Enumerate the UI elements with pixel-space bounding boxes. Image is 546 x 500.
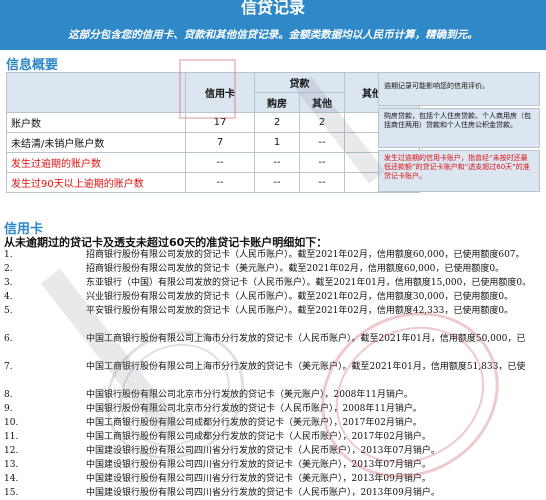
row-other: -- (299, 172, 345, 193)
row-label: 账户数 (6, 112, 186, 133)
item-number: 9. (4, 404, 13, 414)
summary-header-row: 信用卡 贷款 其他业务 (6, 72, 420, 113)
row-housing: 2 (254, 112, 300, 133)
summary-row: 未结清/未销户账户数 7 1 -- -- (6, 132, 420, 153)
row-label: 发生过90天以上逾期的账户数 (6, 172, 186, 193)
row-label: 未结清/未销户账户数 (6, 132, 186, 153)
note-text: 购房贷款，包括个人住房贷款、个人商用房（包括商住两用）贷款和个人住房公积金贷款。 (384, 112, 531, 129)
header-other: 其他 (299, 92, 345, 113)
item-text: 中国建设银行股份有限公司四川省分行发放的贷记卡（人民币账户），2013年07月销… (86, 446, 440, 456)
side-notes: 逾期记录可能影响您的信用评价。 购房贷款，包括个人住房贷款、个人商用房（包括商住… (378, 72, 540, 194)
item-text: 中国工商银行股份有限公司成都分行发放的贷记卡（美元账户），2017年02月销户。 (86, 418, 422, 428)
summary-corner-cell (6, 72, 186, 113)
row-other: -- (299, 152, 345, 173)
item-number: 15. (4, 488, 19, 498)
credit-card-subtitle: 从未逾期过的贷记卡及透支未超过60天的准贷记卡账户明细如下： (4, 236, 328, 249)
summary-row: 账户数 17 2 2 -- (6, 112, 420, 133)
row-housing: -- (254, 172, 300, 193)
header-housing: 购房 (254, 92, 300, 113)
item-text: 招商银行股份有限公司发放的贷记卡（美元账户）。截至2021年02月，信用额度60… (86, 264, 505, 274)
item-number: 14. (4, 474, 19, 484)
summary-section-title: 信息概要 (6, 58, 59, 73)
item-number: 4. (4, 292, 13, 302)
item-text: 中国建设银行股份有限公司四川省分行发放的贷记卡（人民币账户），2013年09月销… (86, 488, 440, 498)
item-text: 中国银行股份有限公司北京市分行发放的贷记卡（人民币账户），2008年11月销户。 (86, 404, 422, 414)
item-text: 中国建设银行股份有限公司四川省分行发放的贷记卡（美元账户），2013年07月销户… (86, 460, 431, 470)
item-number: 7. (4, 362, 13, 372)
item-text: 中国建设银行股份有限公司四川省分行发放的贷记卡（美元账户），2013年09月销户… (86, 474, 431, 484)
row-label: 发生过逾期的账户数 (6, 152, 186, 173)
row-card: 17 (185, 112, 255, 133)
note-box: 购房贷款，包括个人住房贷款、个人商用房（包括商住两用）贷款和个人住房公积金贷款。 (378, 108, 540, 148)
item-text: 兴业银行股份有限公司发放的贷记卡（人民币账户）。截至2021年02月，信用额度3… (86, 292, 514, 302)
item-text: 中国工商银行股份有限公司上海市分行发放的贷记卡（美元账户）。截至2021年01月… (86, 362, 526, 372)
summary-table: 信用卡 贷款 其他业务 购房 其他 账户数 17 2 2 -- 未结清/未销户账… (6, 72, 420, 193)
item-text: 招商银行股份有限公司发放的贷记卡（人民币账户）。截至2021年02月，信用额度6… (86, 250, 525, 260)
note-text: 发生过逾期的信用卡账户，指曾经“未按时还最低还款额”的贷记卡账户和“透支超过60… (384, 154, 530, 180)
header-banner: 信贷记录 这部分包含您的信用卡、贷款和其他信贷记录。金额类数据均以人民币计算，精… (0, 0, 546, 50)
row-card: -- (185, 152, 255, 173)
summary-row: 发生过90天以上逾期的账户数 -- -- -- -- (6, 172, 420, 193)
note-text: 逾期记录可能影响您的信用评价。 (384, 82, 489, 90)
item-number: 13. (4, 460, 19, 470)
note-box-warning: 发生过逾期的信用卡账户，指曾经“未按时还最低还款额”的贷记卡账户和“透支超过60… (378, 150, 540, 192)
row-other: 2 (299, 112, 345, 133)
item-number: 6. (4, 334, 13, 344)
item-text: 中国银行股份有限公司北京市分行发放的贷记卡（美元账户），2008年11月销户。 (86, 390, 413, 400)
row-housing: 1 (254, 132, 300, 153)
row-card: 7 (185, 132, 255, 153)
header-credit-card: 信用卡 (185, 72, 255, 113)
banner-note: 这部分包含您的信用卡、贷款和其他信贷记录。金额类数据均以人民币计算，精确到元。 (68, 29, 478, 41)
row-card: -- (185, 172, 255, 193)
header-loan: 贷款 (254, 72, 345, 93)
item-number: 3. (4, 278, 13, 288)
item-text: 东亚银行（中国）有限公司发放的贷记卡（人民币账户）。截至2021年01月，信用额… (86, 278, 532, 288)
item-number: 1. (4, 250, 13, 260)
item-number: 2. (4, 264, 13, 274)
item-number: 12. (4, 446, 19, 456)
item-text: 中国工商银行股份有限公司上海市分行发放的贷记卡（人民币账户）。截至2021年01… (86, 334, 526, 344)
row-housing: -- (254, 152, 300, 173)
summary-row: 发生过逾期的账户数 -- -- -- -- (6, 152, 420, 173)
note-box: 逾期记录可能影响您的信用评价。 (378, 72, 540, 106)
item-number: 8. (4, 390, 13, 400)
item-number: 11. (4, 432, 19, 442)
item-text: 平安银行股份有限公司发放的贷记卡（人民币账户）。截至2021年02月，信用额度4… (86, 306, 514, 316)
item-number: 5. (4, 306, 13, 316)
item-number: 10. (4, 418, 19, 428)
row-other: -- (299, 132, 345, 153)
page-title: 信贷记录 (240, 0, 305, 17)
item-text: 中国工商银行股份有限公司成都分行发放的贷记卡（人民币账户），2017年02月销户… (86, 432, 431, 442)
